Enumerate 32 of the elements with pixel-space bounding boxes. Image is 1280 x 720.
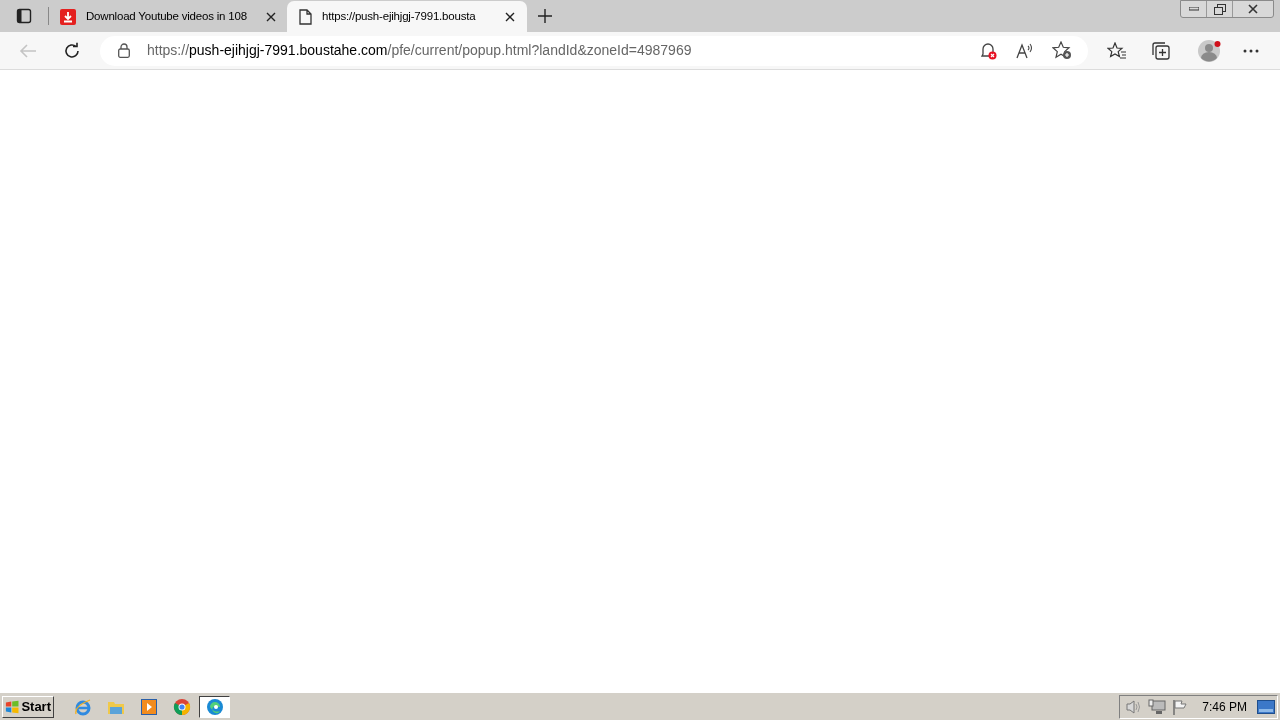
start-button[interactable]: Start <box>2 695 54 718</box>
taskbar-button[interactable] <box>199 695 230 718</box>
favorites-icon[interactable] <box>1107 41 1127 60</box>
collections-icon[interactable] <box>1152 41 1170 60</box>
close-tab-icon[interactable] <box>505 11 515 22</box>
add-favorite-icon[interactable] <box>1052 41 1072 60</box>
url-text: https://push-ejihjgj-7991.boustahe.com/pfe/current/popup.html?landId&zoneId=4987969 <box>147 41 692 60</box>
flag-icon[interactable] <box>1172 698 1189 715</box>
minimize-icon <box>1188 7 1199 11</box>
close-icon <box>1248 4 1258 14</box>
clock: 7:46 PM <box>1202 698 1247 716</box>
download-icon <box>60 8 76 25</box>
lock-icon[interactable] <box>118 43 130 58</box>
read-aloud-icon[interactable] <box>1016 42 1034 59</box>
page-icon <box>299 8 312 25</box>
restore-icon <box>1213 3 1226 15</box>
more-options-icon[interactable] <box>1243 48 1259 53</box>
ie-icon <box>73 697 92 716</box>
show-desktop-icon[interactable] <box>1257 699 1275 714</box>
network-icon[interactable] <box>1148 698 1167 715</box>
chrome-icon <box>172 697 191 716</box>
new-tab-icon[interactable] <box>538 9 552 23</box>
close-tab-icon[interactable] <box>266 11 276 22</box>
windows-logo-icon <box>5 699 20 714</box>
refresh-icon[interactable] <box>63 41 81 60</box>
tab-actions-icon[interactable] <box>16 8 32 24</box>
browser-tab[interactable]: https://push-ejihjgj-7991.bousta <box>287 1 527 32</box>
address-bar[interactable]: https://push-ejihjgj-7991.boustahe.com/pfe/current/popup.html?landId&zoneId=4987969 <box>100 35 1088 66</box>
media-player-icon <box>140 698 157 715</box>
edge-icon <box>205 697 224 716</box>
profile-icon[interactable] <box>1198 38 1222 63</box>
notification-blocked-icon[interactable] <box>979 41 997 60</box>
